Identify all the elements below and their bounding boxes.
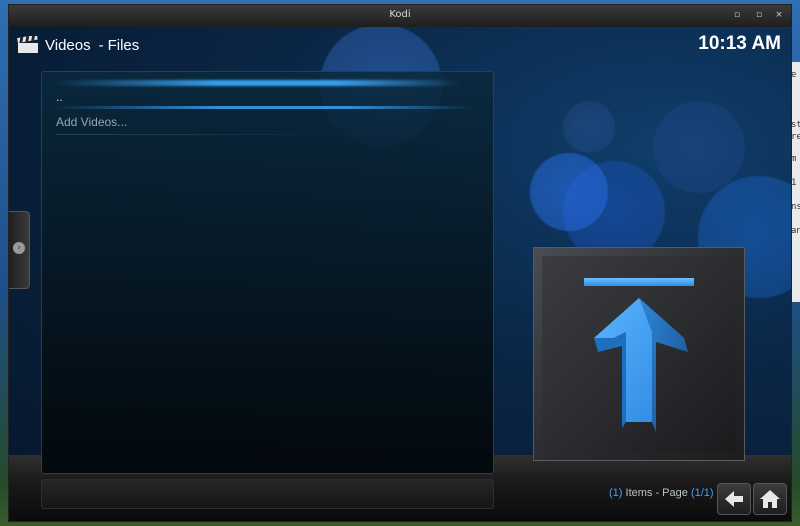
- kodi-app: Videos - Files 10:13 AM › .. Add Videos.…: [9, 27, 791, 521]
- breadcrumb: Videos - Files: [17, 33, 139, 57]
- home-button[interactable]: [753, 483, 787, 515]
- section-title: Videos: [45, 36, 91, 54]
- clapperboard-icon: [17, 34, 39, 54]
- side-menu-tab[interactable]: ›: [9, 211, 30, 289]
- window-titlebar[interactable]: Kodi ▫ ▫ ×: [9, 5, 791, 28]
- back-button[interactable]: [717, 483, 751, 515]
- page-indicator: (1/1): [690, 487, 714, 499]
- home-icon: [760, 490, 780, 508]
- items-label: Items - Page: [625, 487, 688, 499]
- up-arrow-icon: [584, 278, 694, 432]
- items-count: (1): [609, 487, 623, 499]
- list-divider: [56, 134, 356, 135]
- strip-text: re: [791, 132, 800, 142]
- strip-text: an: [791, 226, 800, 236]
- back-arrow-icon: [725, 491, 743, 507]
- chevron-right-icon: ›: [13, 242, 25, 254]
- strip-text: ns: [791, 202, 800, 212]
- list-footer-bar: [41, 479, 494, 509]
- section-subtitle: Files: [107, 36, 140, 54]
- thumbnail-background: [542, 256, 736, 452]
- minimize-button[interactable]: ▫: [731, 9, 743, 21]
- window-title: Kodi: [389, 9, 411, 20]
- clock: 10:13 AM: [698, 33, 781, 54]
- list-item-focus-highlight: [52, 106, 472, 109]
- thumbnail-frame: [533, 247, 745, 461]
- maximize-button[interactable]: ▫: [753, 9, 765, 21]
- breadcrumb-separator: -: [98, 36, 104, 54]
- list-item-add-videos[interactable]: Add Videos...: [56, 111, 476, 133]
- kodi-window: Kodi ▫ ▫ × Videos - Files 10:13 AM › .. …: [8, 4, 792, 522]
- file-list-panel: .. Add Videos...: [41, 71, 494, 474]
- items-page-info: (1) Items - Page (1/1): [609, 487, 714, 499]
- strip-text: st: [791, 120, 800, 130]
- close-button[interactable]: ×: [773, 9, 785, 21]
